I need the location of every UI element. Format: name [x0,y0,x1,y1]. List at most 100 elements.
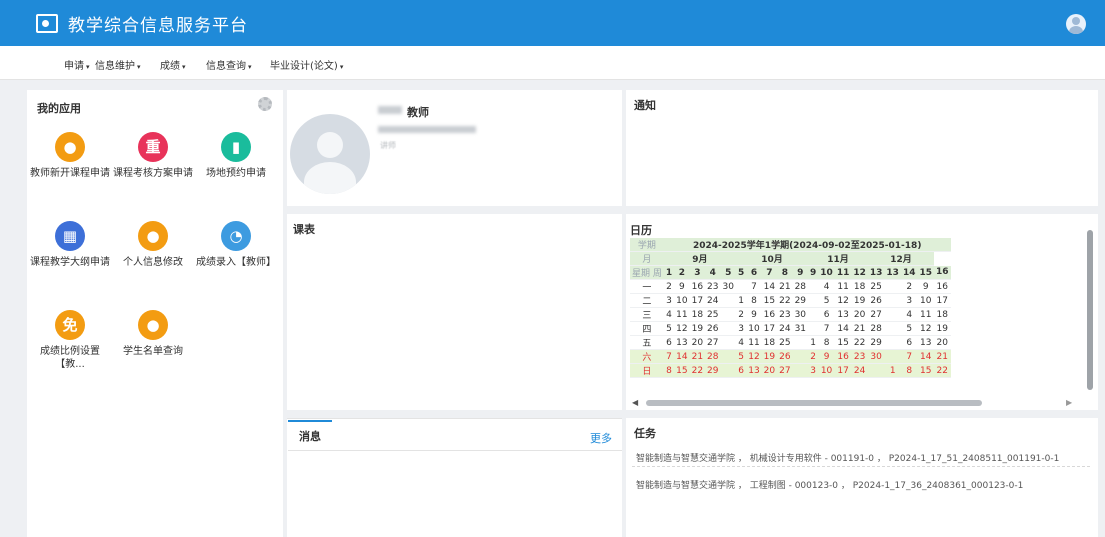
scroll-left-icon[interactable]: ◀ [632,398,638,407]
calendar-date-cell: 20 [689,335,706,350]
calendar-date-cell: 29 [792,293,809,308]
calendar-date-cell: 8 [818,335,835,350]
menu-thesis[interactable]: 毕业设计(论文) ▾ [270,57,343,72]
calendar-date-cell [792,349,809,364]
calendar-date-cell: 22 [934,363,951,378]
app-syllabus-application[interactable]: ▦ 课程教学大纲申请 [30,221,110,269]
calendar-date-cell: 26 [777,349,793,364]
calendar-date-cell: 28 [792,279,809,294]
calendar-date-cell [808,321,819,336]
menu-apply[interactable]: 申请 ▾ [64,57,90,72]
user-avatar-icon[interactable] [1066,14,1086,34]
app-grade-entry[interactable]: ◔ 成绩录入【教师】 [196,221,276,269]
calendar-date-cell [792,363,809,378]
calendar-date-cell: 25 [867,279,885,294]
task-item[interactable]: 智能制造与智慧交通学院 ， 机械设计专用软件 - 001191-0 ， P202… [636,451,1059,464]
calendar-date-cell: 15 [917,363,935,378]
calendar-date-cell: 5 [663,321,675,336]
calendar-date-cell: 21 [851,321,868,336]
calendar-date-cell: 18 [851,279,868,294]
calendar-hscroll-thumb[interactable] [646,400,982,406]
calendar-date-cell: 3 [808,363,819,378]
calendar-corner-term: 学期 [630,238,664,252]
calendar-term-label: 2024-2025学年1学期(2024-09-02至2025-01-18) [663,238,951,252]
calendar-date-cell: 30 [792,307,809,322]
calendar-corner-month: 月 [630,251,664,266]
calendar-date-cell: 20 [851,307,868,322]
calendar-date-cell: 31 [792,321,809,336]
calendar-vscroll-thumb[interactable] [1087,230,1093,390]
monitor-user-icon [36,14,58,33]
calendar-date-cell: 16 [689,279,706,294]
calendar-term-row: 学期 2024-2025学年1学期(2024-09-02至2025-01-18) [630,238,951,252]
calendar-week-number: 11 [834,265,852,280]
calendar-date-cell: 1 [735,293,747,308]
calendar-date-cell: 27 [777,363,793,378]
calendar-date-cell: 4 [735,335,747,350]
calendar-date-cell: 4 [900,307,918,322]
calendar-date-cell: 19 [689,321,706,336]
calendar-month-label: 10月 [735,251,809,266]
calendar-date-cell: 30 [720,279,736,294]
menu-grades[interactable]: 成绩 ▾ [160,57,186,72]
calendar-date-cell: 16 [934,279,951,294]
tab-messages[interactable]: 消息 [288,420,332,450]
schedule-title: 课表 [293,223,315,236]
calendar-date-cell: 17 [834,363,852,378]
app-student-list-query[interactable]: ● 学生名单查询 [113,310,193,358]
gear-icon[interactable] [258,97,272,111]
calendar-date-cell: 17 [689,293,706,308]
calendar-week-number: 10 [818,265,835,280]
calendar-week-number: 5 [720,265,736,280]
app-venue-booking[interactable]: ▮ 场地预约申请 [196,132,276,180]
calendar-month-label: 12月 [867,251,935,266]
calendar-date-cell [720,293,736,308]
calendar-date-cell: 17 [934,293,951,308]
apps-panel-title: 我的应用 [37,102,81,115]
calendar-week-number: 9 [792,265,809,280]
calendar-week-row: 星期 周 1 2 3 4 5 5 6 7 8 9 9 10 11 12 13 13 14 15 16 [630,265,951,280]
scroll-right-icon[interactable]: ▶ [1066,398,1072,407]
calendar-date-cell: 7 [900,349,918,364]
calendar-date-cell [720,335,736,350]
app-assessment-plan-application[interactable]: 重 课程考核方案申请 [113,132,193,180]
calendar-date-cell: 11 [674,307,690,322]
task-item[interactable]: 智能制造与智慧交通学院 ， 工程制图 - 000123-0 ， P2024-1_… [636,478,1023,491]
zhong-glyph-icon: 重 [138,132,168,162]
calendar-date-cell: 10 [674,293,690,308]
app-grade-ratio-settings[interactable]: 免 成绩比例设置【教... [30,310,110,371]
calendar-date-cell: 1 [808,335,819,350]
app-personal-info-edit[interactable]: ● 个人信息修改 [113,221,193,269]
calendar-date-cell: 13 [746,363,762,378]
calendar-day-row: 日 8 15 22 29 6 13 20 27 3 10 17 24 1 8 15 22 [630,363,951,378]
redacted-name [378,106,402,114]
calendar-date-cell [884,307,901,322]
calendar-date-cell: 19 [851,293,868,308]
calendar-date-cell: 20 [934,335,951,350]
calendar-date-cell: 10 [917,293,935,308]
calendar-date-cell: 3 [663,293,675,308]
calendar-week-number: 3 [689,265,706,280]
calendar-date-cell: 12 [917,321,935,336]
calendar-week-number: 5 [735,265,747,280]
calendar-date-cell: 27 [867,307,885,322]
calendar-date-cell: 4 [818,279,835,294]
calendar-date-cell: 2 [663,279,675,294]
calendar-date-cell: 21 [777,279,793,294]
app-new-course-application[interactable]: ● 教师新开课程申请 [30,132,110,180]
more-link[interactable]: 更多 [590,430,612,446]
calendar-corner-weekday: 星期 周 [630,265,664,280]
calendar-date-cell: 19 [934,321,951,336]
calendar-date-cell: 11 [917,307,935,322]
calendar-day-row: 四 5 12 19 26 3 10 17 24 31 7 14 21 28 5 12 19 [630,321,951,336]
calendar-date-cell [808,279,819,294]
calendar-date-cell: 9 [917,279,935,294]
calendar-weekday-label: 日 [630,363,664,378]
calendar-date-cell: 13 [917,335,935,350]
calendar-date-cell: 6 [900,335,918,350]
menu-info-maintenance[interactable]: 信息维护 ▾ [95,57,141,72]
calendar-day-row: 一 2 9 16 23 30 7 14 21 28 4 11 18 25 2 9 16 [630,279,951,294]
calendar-week-number: 4 [705,265,721,280]
calendar-date-cell: 18 [761,335,778,350]
menu-info-query[interactable]: 信息查询 ▾ [206,57,252,72]
